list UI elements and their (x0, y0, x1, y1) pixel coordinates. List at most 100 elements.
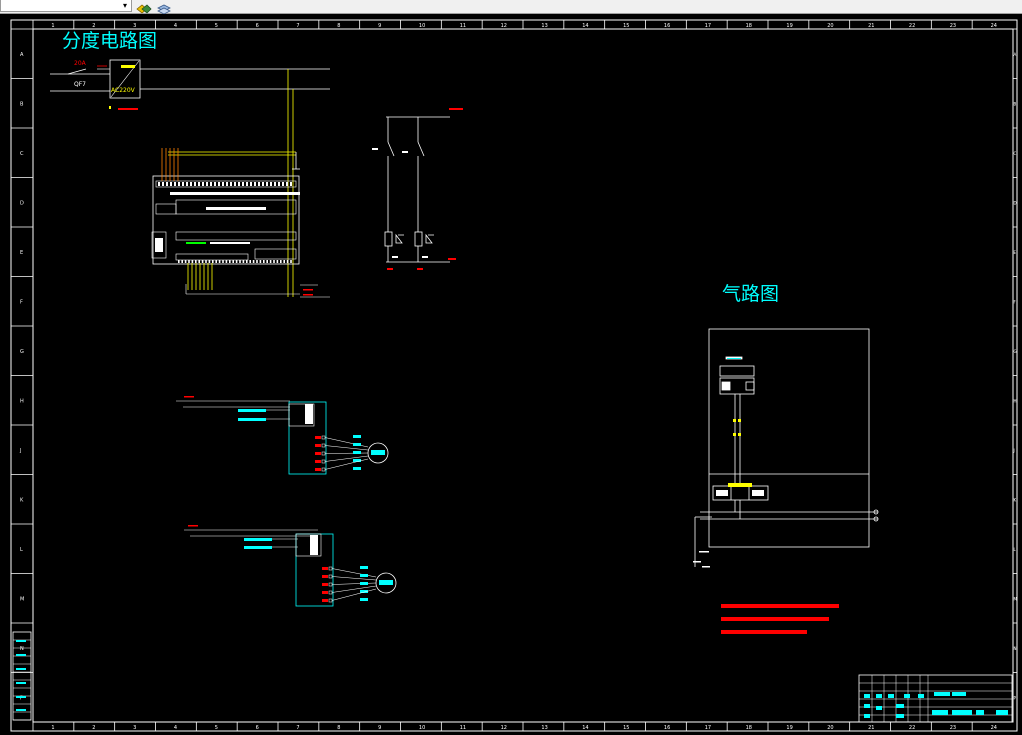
row-label: E (1014, 250, 1017, 255)
column-label: 22 (909, 23, 915, 29)
pneumatic-small-text (693, 551, 710, 568)
column-label: 18 (746, 23, 752, 29)
column-label: 14 (582, 23, 588, 29)
column-label: 12 (501, 23, 507, 29)
column-label: 13 (541, 725, 547, 731)
column-label: 7 (296, 23, 299, 29)
row-label: A (1014, 52, 1017, 57)
fuse-current-label: 20A (74, 60, 87, 67)
pneumatic-diagram (694, 328, 879, 567)
column-label: 15 (623, 23, 629, 29)
row-label: H (1014, 398, 1017, 403)
column-label: 4 (174, 725, 177, 731)
plc-module (151, 148, 330, 298)
column-label: 1 (51, 23, 54, 29)
column-label: 19 (786, 23, 792, 29)
column-label: 9 (378, 725, 381, 731)
column-label: 8 (337, 23, 340, 29)
column-label: 22 (909, 725, 915, 731)
row-label: J (1013, 448, 1015, 453)
frame-row-ticks (11, 28, 1017, 673)
row-label: D (20, 200, 24, 206)
row-label: P (1014, 695, 1017, 700)
layer-dropdown[interactable]: ▾ (0, 0, 132, 12)
row-label: F (1014, 299, 1017, 304)
row-label: L (1014, 547, 1017, 552)
column-label: 18 (746, 725, 752, 731)
row-label: C (1014, 151, 1017, 156)
row-label: B (20, 101, 24, 107)
drawing-frame (10, 19, 1018, 732)
motor-driver-1 (176, 396, 389, 475)
row-label: G (20, 349, 24, 355)
column-label: 7 (296, 725, 299, 731)
row-label: J (19, 448, 21, 454)
column-label: 16 (664, 725, 670, 731)
column-label: 15 (623, 725, 629, 731)
column-label: 3 (133, 725, 136, 731)
column-label: 13 (541, 23, 547, 29)
relay-control-circuit (384, 116, 450, 263)
breaker-label: QF7 (74, 81, 86, 88)
column-label: 2 (92, 725, 95, 731)
drawing-canvas[interactable]: AABBCCDDEEFFGGHHJJKKLLMMNNPP 11223344556… (0, 14, 1022, 735)
motor-driver-2 (184, 525, 397, 607)
column-label: 24 (991, 23, 997, 29)
column-label: 11 (460, 23, 466, 29)
column-label: 17 (705, 725, 711, 731)
row-label: K (20, 497, 24, 503)
column-label: 11 (460, 725, 466, 731)
column-label: 6 (256, 725, 259, 731)
title-distribution-circuit: 分度电路图 (62, 30, 157, 52)
row-label: L (20, 547, 23, 553)
title-block (858, 674, 1013, 723)
column-label: 1 (51, 725, 54, 731)
column-label: 19 (786, 725, 792, 731)
row-label: E (20, 250, 23, 256)
column-label: 8 (337, 725, 340, 731)
column-label: 20 (827, 725, 833, 731)
row-label: B (1014, 101, 1017, 106)
column-label: 10 (419, 725, 425, 731)
relay-labels (387, 108, 463, 270)
column-label: 20 (827, 23, 833, 29)
column-label: 21 (868, 725, 874, 731)
row-label: H (20, 398, 24, 404)
frame-row-labels: A AB BC CD DE EF FG GH HJ JK KL LM MN NP P (19, 52, 1018, 702)
row-label: D (1014, 200, 1017, 205)
column-label: 12 (501, 725, 507, 731)
ac-voltage-label: AC220V (111, 87, 136, 94)
column-label: 5 (215, 725, 218, 731)
column-label: 23 (950, 23, 956, 29)
row-label: N (1014, 646, 1017, 651)
column-label: 16 (664, 23, 670, 29)
column-label: 5 (215, 23, 218, 29)
row-label: M (1014, 596, 1018, 601)
column-label: 6 (256, 23, 259, 29)
row-label: N (20, 646, 24, 652)
row-label: K (1014, 497, 1017, 502)
row-label: C (20, 151, 24, 157)
column-label: 10 (419, 23, 425, 29)
row-label: G (1014, 349, 1017, 354)
row-label: A (20, 52, 24, 58)
row-label: M (20, 596, 24, 602)
column-label: 23 (950, 725, 956, 731)
column-label: 9 (378, 23, 381, 29)
layer-state-icon[interactable] (136, 0, 152, 14)
column-label: 4 (174, 23, 177, 29)
row-label: F (20, 299, 23, 305)
layer-properties-icon[interactable] (156, 0, 172, 15)
column-label: 3 (133, 23, 136, 29)
column-label: 17 (705, 23, 711, 29)
column-label: 24 (991, 725, 997, 731)
frame-column-labels: 1122334455667788991010111112121313141415… (51, 23, 997, 731)
top-toolbar: ▾ (0, 0, 1022, 15)
title-pneumatic-diagram: 气路图 (722, 283, 779, 305)
notes-block (721, 604, 839, 634)
frame-column-ticks (32, 20, 973, 731)
column-label: 21 (868, 23, 874, 29)
chevron-down-icon[interactable]: ▾ (123, 1, 127, 10)
column-label: 14 (582, 725, 588, 731)
column-label: 2 (92, 23, 95, 29)
